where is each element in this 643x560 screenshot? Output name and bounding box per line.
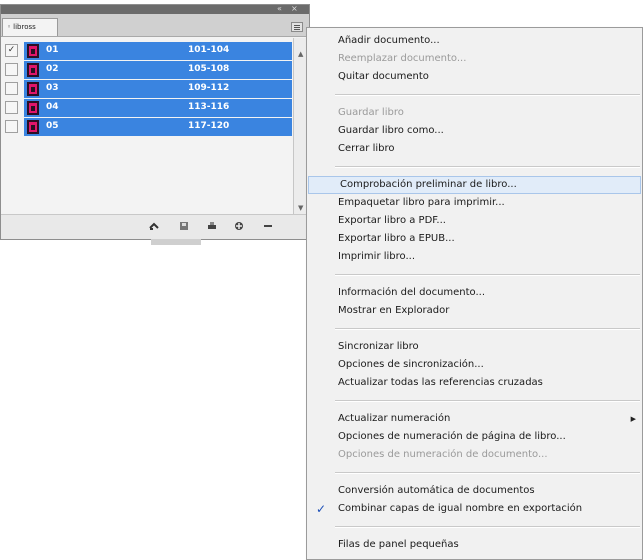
book-panel-flyout-menu: Añadir documento... Reemplazar documento… — [306, 27, 643, 560]
menu-item-document-numbering-options: Opciones de numeración de documento... — [338, 449, 548, 460]
menu-item-update-cross-references[interactable]: Actualizar todas las referencias cruzada… — [307, 374, 642, 392]
collapse-icon[interactable]: « — [277, 4, 282, 14]
sync-icon[interactable] — [149, 221, 159, 231]
indesign-document-icon — [27, 63, 39, 77]
page-range: 109-112 — [188, 83, 230, 93]
tab-close-icon[interactable]: ◦ — [7, 23, 11, 31]
book-document-list: ✓ 01 101-104 02 105-108 03 109-112 04 11… — [2, 42, 292, 197]
book-row[interactable]: 04 113-116 — [2, 99, 292, 117]
book-panel: « × ◦ libross ✓ 01 101-104 02 105-108 03… — [0, 4, 310, 245]
document-name: 01 — [46, 45, 59, 55]
menu-item-synchronize-book[interactable]: Sincronizar libro — [307, 338, 642, 356]
menu-item-merge-layers-on-export[interactable]: ✓ Combinar capas de igual nombre en expo… — [307, 500, 642, 518]
indesign-document-icon — [27, 120, 39, 134]
sync-source-checkbox[interactable] — [5, 101, 18, 114]
menu-item-automatic-document-conversion[interactable]: Conversión automática de documentos — [307, 482, 642, 500]
menu-item-remove-document[interactable]: Quitar documento — [307, 68, 642, 86]
book-row[interactable]: 02 105-108 — [2, 61, 292, 79]
menu-item-export-epub[interactable]: Exportar libro a EPUB... — [307, 230, 642, 248]
panel-bottom-bar — [1, 214, 309, 245]
menu-item-preflight-book[interactable]: Comprobación preliminar de libro... — [308, 176, 641, 194]
scroll-up-icon[interactable]: ▲ — [298, 50, 303, 58]
tab-libross[interactable]: ◦ libross — [2, 18, 58, 36]
menu-separator — [335, 472, 640, 474]
menu-item-document-info[interactable]: Información del documento... — [307, 284, 642, 302]
menu-separator — [335, 94, 640, 96]
menu-separator — [335, 166, 640, 168]
menu-item-label: Combinar capas de igual nombre en export… — [338, 503, 583, 514]
menu-item-package-book[interactable]: Empaquetar libro para imprimir... — [307, 194, 642, 212]
page-range: 117-120 — [188, 121, 230, 131]
page-range: 101-104 — [188, 45, 230, 55]
menu-item-add-document[interactable]: Añadir documento... — [307, 32, 642, 50]
menu-item-print-book[interactable]: Imprimir libro... — [307, 248, 642, 266]
sync-source-checkbox[interactable] — [5, 82, 18, 95]
menu-item-label: Actualizar numeración — [338, 413, 451, 424]
close-panel-icon[interactable]: × — [291, 4, 298, 14]
book-row[interactable]: 03 109-112 — [2, 80, 292, 98]
menu-item-replace-document: Reemplazar documento... — [338, 53, 467, 64]
menu-separator — [335, 526, 640, 528]
menu-item-sync-options[interactable]: Opciones de sincronización... — [307, 356, 642, 374]
book-row[interactable]: 05 117-120 — [2, 118, 292, 136]
submenu-arrow-icon: ▶ — [630, 415, 636, 423]
panel-titlebar: « × — [1, 4, 309, 14]
menu-separator — [335, 328, 640, 330]
print-icon[interactable] — [207, 221, 217, 231]
document-name: 04 — [46, 102, 59, 112]
page-range: 113-116 — [188, 102, 230, 112]
scroll-down-icon[interactable]: ▼ — [298, 204, 303, 212]
document-name: 05 — [46, 121, 59, 131]
menu-item-show-in-explorer[interactable]: Mostrar en Explorador — [307, 302, 642, 320]
indesign-document-icon — [27, 44, 39, 58]
menu-separator — [335, 274, 640, 276]
panel-tabbar: ◦ libross — [1, 14, 309, 37]
sync-source-checkbox[interactable] — [5, 63, 18, 76]
menu-item-update-numbering[interactable]: Actualizar numeración ▶ — [307, 410, 642, 428]
horizontal-scroll-thumb[interactable] — [151, 239, 201, 245]
page-range: 105-108 — [188, 64, 230, 74]
checkmark-icon: ✓ — [316, 502, 327, 516]
book-row[interactable]: ✓ 01 101-104 — [2, 42, 292, 60]
menu-item-small-panel-rows[interactable]: Filas de panel pequeñas — [307, 536, 642, 554]
document-name: 03 — [46, 83, 59, 93]
sync-source-checkbox[interactable] — [5, 120, 18, 133]
indesign-document-icon — [27, 101, 39, 115]
add-icon[interactable] — [234, 221, 244, 231]
indesign-document-icon — [27, 82, 39, 96]
menu-separator — [335, 400, 640, 402]
menu-item-export-pdf[interactable]: Exportar libro a PDF... — [307, 212, 642, 230]
menu-item-save-book-as[interactable]: Guardar libro como... — [307, 122, 642, 140]
menu-item-close-book[interactable]: Cerrar libro — [307, 140, 642, 158]
save-icon[interactable] — [179, 221, 189, 231]
tab-label: libross — [13, 23, 36, 31]
panel-menu-button[interactable] — [291, 22, 303, 32]
document-name: 02 — [46, 64, 59, 74]
menu-item-book-page-numbering-options[interactable]: Opciones de numeración de página de libr… — [307, 428, 642, 446]
menu-item-save-book: Guardar libro — [338, 107, 404, 118]
remove-icon[interactable] — [263, 221, 273, 231]
sync-source-checkbox[interactable]: ✓ — [5, 44, 18, 57]
